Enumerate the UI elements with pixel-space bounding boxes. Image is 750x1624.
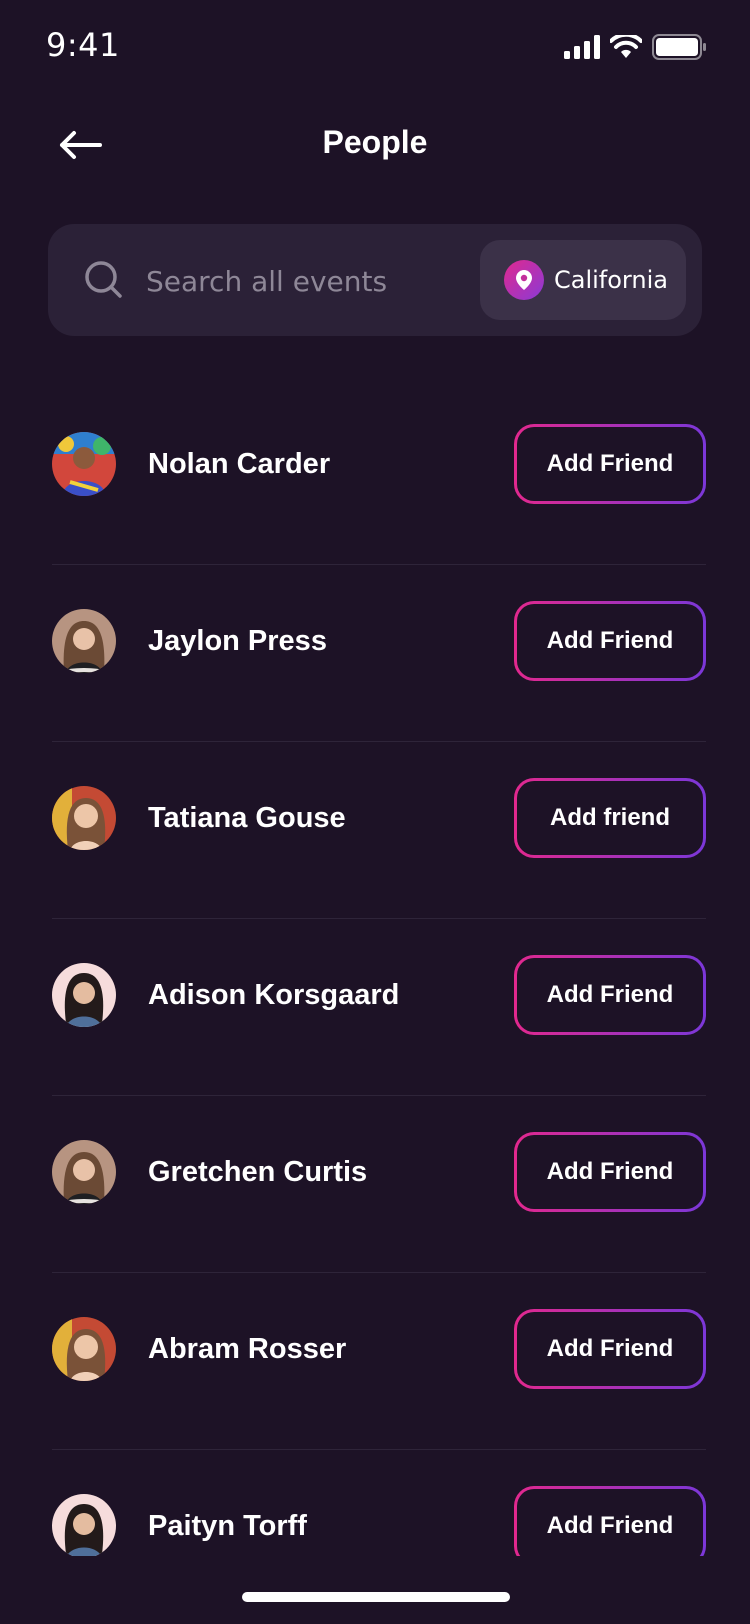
avatar (52, 1494, 116, 1556)
signal-icon (564, 35, 600, 59)
person-row: Abram Rosser Add Friend (52, 1273, 706, 1450)
person-name: Paityn Torff (148, 1510, 307, 1542)
search-bar: California (48, 224, 702, 336)
add-friend-button[interactable]: Add Friend (514, 1132, 706, 1212)
person-row: Tatiana Gouse Add friend (52, 742, 706, 919)
person-row: Adison Korsgaard Add Friend (52, 919, 706, 1096)
person-row: Nolan Carder Add Friend (52, 388, 706, 565)
avatar (52, 432, 116, 496)
status-icons (564, 34, 706, 60)
person-name: Gretchen Curtis (148, 1156, 368, 1188)
avatar (52, 963, 116, 1027)
person-name: Nolan Carder (148, 448, 331, 480)
search-icon (85, 261, 122, 298)
avatar (52, 609, 116, 673)
person-name: Jaylon Press (148, 625, 327, 657)
status-bar: 9:41 (0, 0, 750, 90)
person-name: Adison Korsgaard (148, 979, 400, 1011)
wifi-icon (610, 35, 642, 58)
add-friend-button[interactable]: Add Friend (514, 1486, 706, 1556)
search-input[interactable] (144, 254, 468, 308)
add-friend-button[interactable]: Add Friend (514, 1309, 706, 1389)
header: People (0, 100, 750, 190)
battery-icon (652, 34, 706, 60)
add-friend-button[interactable]: Add Friend (514, 955, 706, 1035)
person-name: Tatiana Gouse (148, 802, 346, 834)
location-label: California (554, 266, 668, 294)
person-name: Abram Rosser (148, 1333, 347, 1365)
avatar (52, 1140, 116, 1204)
person-row: Gretchen Curtis Add Friend (52, 1096, 706, 1273)
status-time: 9:41 (46, 26, 120, 64)
page-title: People (322, 124, 428, 160)
avatar (52, 786, 116, 850)
person-row: Paityn Torff Add Friend (52, 1450, 706, 1556)
location-pin-icon (504, 260, 544, 300)
add-friend-button[interactable]: Add friend (514, 778, 706, 858)
person-row: Jaylon Press Add Friend (52, 565, 706, 742)
add-friend-button[interactable]: Add Friend (514, 424, 706, 504)
home-indicator (242, 1592, 510, 1602)
people-list: Nolan Carder Add Friend Jaylon Press Add… (52, 388, 706, 1556)
location-filter-button[interactable]: California (480, 240, 686, 320)
add-friend-button[interactable]: Add Friend (514, 601, 706, 681)
avatar (52, 1317, 116, 1381)
